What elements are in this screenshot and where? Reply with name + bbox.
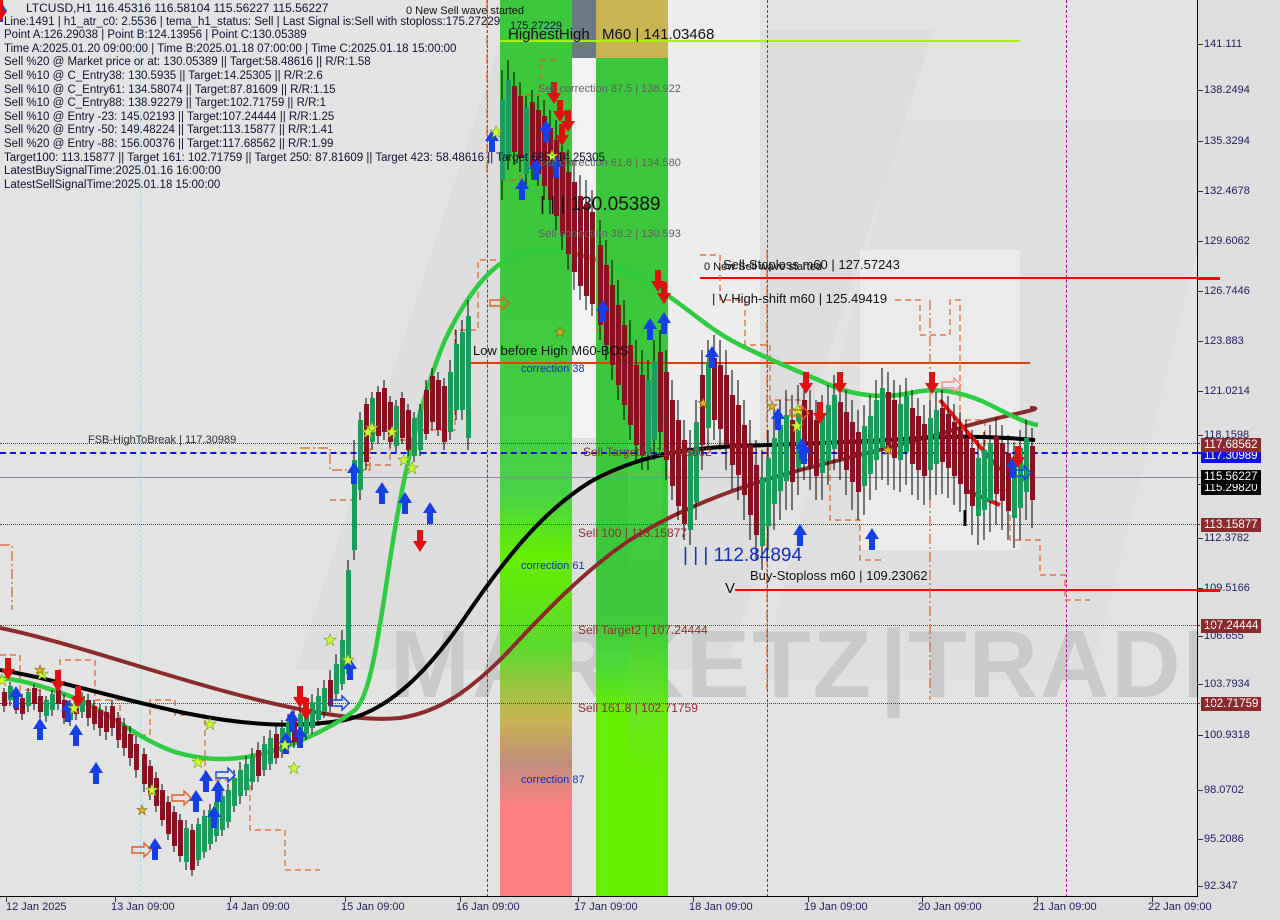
scale-mark-sell-stoploss — [1198, 277, 1220, 280]
time-tick: 12 Jan 2025 — [6, 901, 67, 913]
annotation-point-c-price: | | | 130.05389 — [540, 194, 661, 215]
time-tick: 21 Jan 09:00 — [1033, 901, 1097, 913]
time-tick: 17 Jan 09:00 — [574, 901, 638, 913]
price-tick: 92.347 — [1204, 880, 1238, 892]
price-label-target2: 107.24444 — [1201, 619, 1262, 633]
annotation-v-marker: V — [725, 580, 736, 597]
price-scale[interactable]: 141.111 138.2494 135.3294 132.4678 129.6… — [1198, 0, 1280, 898]
info-line-11: LatestBuySignalTime:2025.01.16 16:00:00 — [4, 165, 221, 178]
time-tick: 15 Jan 09:00 — [341, 901, 405, 913]
time-tick: 19 Jan 09:00 — [804, 901, 868, 913]
price-tick: 135.3294 — [1204, 135, 1250, 147]
price-tick: 95.2086 — [1204, 833, 1244, 845]
symbol-ohlc-line: LTCUSD,H1 116.45316 116.58104 115.56227 … — [26, 1, 329, 15]
chart-info-panel: LTCUSD,H1 116.45316 116.58104 115.56227 … — [4, 1, 605, 192]
price-tick: 126.7446 — [1204, 285, 1250, 297]
time-tick: 13 Jan 09:00 — [111, 901, 175, 913]
info-line-1: Point A:126.29038 | Point B:124.13956 | … — [4, 29, 307, 42]
info-line-10: Target100: 113.15877 || Target 161: 102.… — [4, 151, 605, 164]
price-label-sell100: 113.15877 — [1201, 518, 1261, 532]
scale-mark-t2 — [1198, 625, 1218, 626]
price-tick: 123.883 — [1204, 335, 1244, 347]
chart-window: MARKETZ | TRADE — [0, 0, 1280, 920]
price-tick: 138.2494 — [1204, 84, 1250, 96]
price-label-sell1618: 102.71759 — [1201, 697, 1262, 711]
price-tick: 109.5166 — [1204, 582, 1250, 594]
info-line-6: Sell %10 @ C_Entry88: 138.92279 || Targe… — [4, 97, 326, 110]
price-tick: 112.3782 — [1204, 532, 1250, 544]
info-line-3: Sell %20 @ Market price or at: 130.05389… — [4, 56, 371, 69]
annotation-buy-stoploss-m60: Buy-Stoploss m60 | 109.23062 — [750, 568, 928, 583]
time-tick: 20 Jan 09:00 — [918, 901, 982, 913]
signal-star-group — [0, 125, 894, 816]
time-tick: 16 Jan 09:00 — [456, 901, 520, 913]
annotation-low-price: | | | 112.84894 — [683, 545, 803, 566]
time-tick: 14 Jan 09:00 — [226, 901, 290, 913]
annotation-correction-38: correction 38 — [521, 363, 585, 375]
price-tick: 129.6062 — [1204, 235, 1250, 247]
time-tick: 22 Jan 09:00 — [1148, 901, 1212, 913]
info-line-2: Time A:2025.01.20 09:00:00 | Time B:2025… — [4, 42, 457, 55]
annotation-low-before-high: Low before High M60-BOS — [473, 343, 629, 358]
info-line-4: Sell %10 @ C_Entry38: 130.5935 || Target… — [4, 69, 323, 82]
annotation-new-sell-wave-2: 0 New Sell wave started — [704, 261, 822, 273]
annotation-high-shift-m60: | V High-shift m60 | 125.49419 — [712, 291, 888, 306]
ema-fast-line — [0, 247, 1039, 762]
scale-mark-buy-stoploss — [1198, 589, 1220, 592]
price-tick: 141.111 — [1204, 38, 1243, 50]
price-label-target1: 117.68562 — [1201, 438, 1261, 452]
info-line-12: LatestSellSignalTime:2025.01.18 15:00:00 — [4, 178, 221, 191]
annotation-sell-1618: Sell 161.8 | 102.71759 — [578, 701, 698, 715]
annotation-correction-61: correction 61 — [521, 560, 585, 572]
info-line-0: Line:1491 | h1_atr_c0: 2.5536 | tema_h1_… — [4, 15, 501, 28]
price-tick: 132.4678 — [1204, 185, 1250, 197]
info-line-9: Sell %20 @ Entry -88: 156.00376 || Targe… — [4, 137, 334, 150]
info-line-7: Sell %10 @ Entry -23: 145.02193 || Targe… — [4, 110, 335, 123]
annotation-sell-100: Sell 100 | 113.15877 — [578, 526, 687, 540]
price-tick: 100.9318 — [1204, 729, 1250, 741]
scale-mark-t100 — [1198, 524, 1218, 525]
ema-slow-line — [0, 406, 1038, 721]
annotation-sell-correction-382: Sell correction 38.2 | 130.593 — [538, 228, 681, 240]
annotation-m60-high: M60 | 141.03468 — [602, 26, 715, 43]
scale-mark-t1618 — [1198, 703, 1218, 704]
time-scale[interactable]: 12 Jan 2025 13 Jan 09:00 14 Jan 09:00 15… — [0, 897, 1280, 920]
annotation-sell-target1: Sell Target1 | 117.68562 — [583, 445, 712, 459]
annotation-correction-87: correction 87 — [521, 774, 585, 786]
annotation-sell-target2: Sell Target2 | 107.24444 — [578, 623, 708, 637]
time-tick: 18 Jan 09:00 — [689, 901, 753, 913]
price-tick: 121.0214 — [1204, 385, 1250, 397]
price-tick: 98.0702 — [1204, 784, 1244, 796]
price-label-current: 115.56227 — [1201, 470, 1261, 484]
info-line-5: Sell %10 @ C_Entry61: 134.58074 || Targe… — [4, 83, 336, 96]
price-tick: 103.7934 — [1204, 678, 1250, 690]
info-line-8: Sell %20 @ Entry -50: 149.48224 || Targe… — [4, 124, 334, 137]
annotation-fsb-high-to-break: FSB-HighToBreak | 117.30989 — [88, 434, 237, 446]
